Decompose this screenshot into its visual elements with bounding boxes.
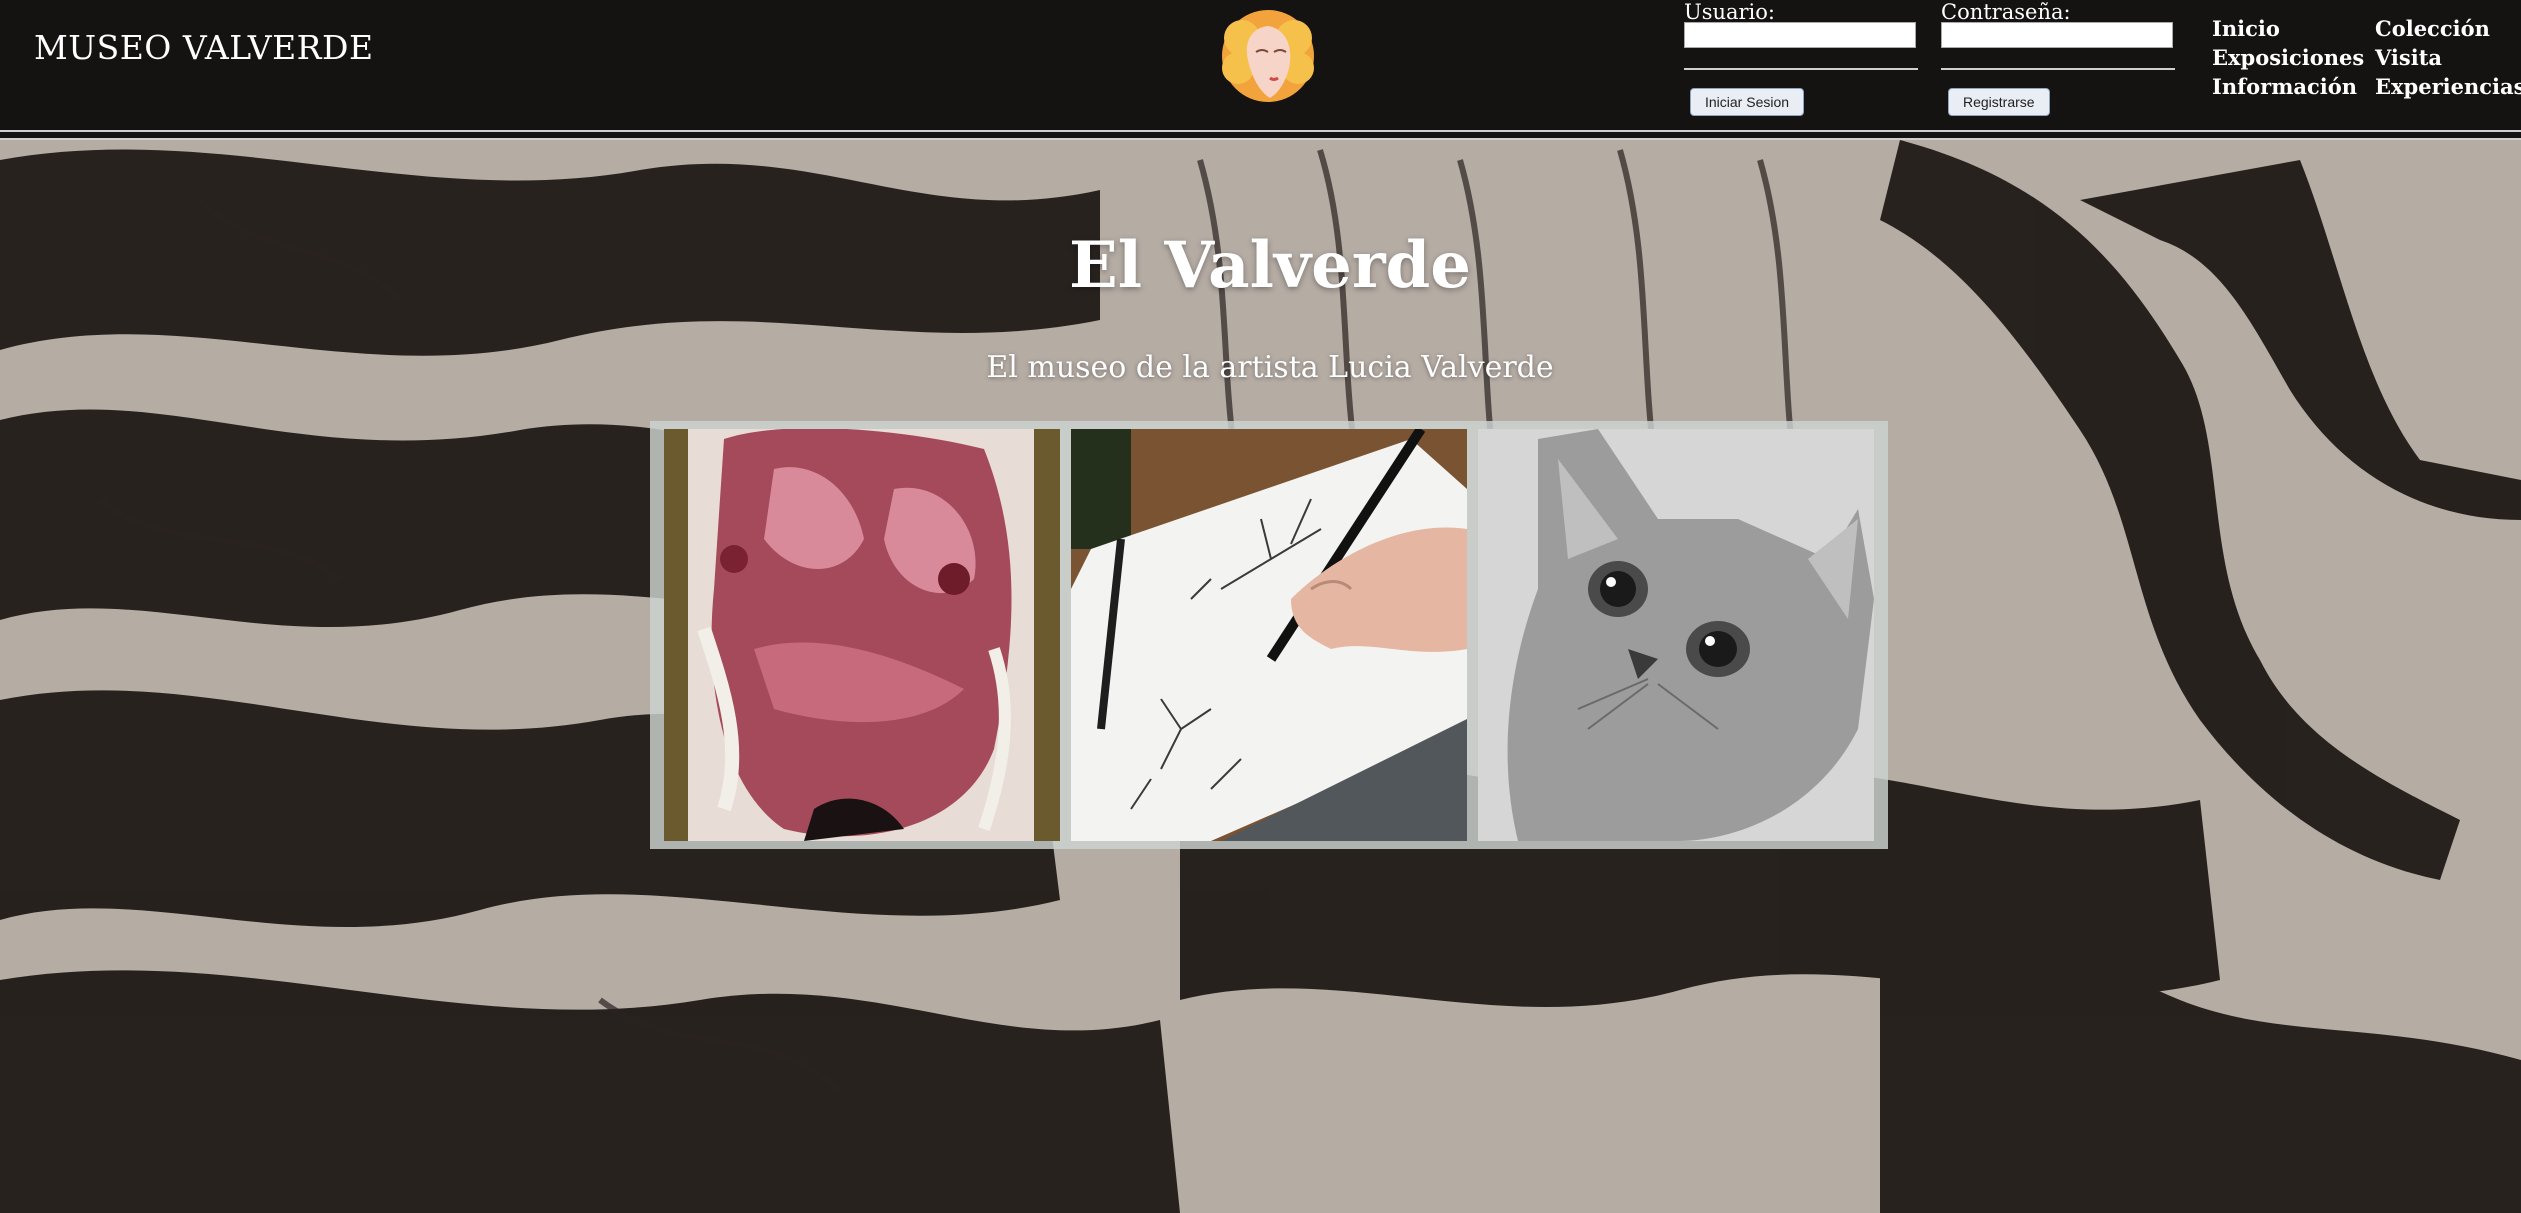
pencil-drawing-trees-image bbox=[1071, 429, 1467, 841]
cat-drawing-image bbox=[1478, 429, 1874, 841]
site-brand[interactable]: MUSEO VALVERDE bbox=[34, 28, 374, 67]
register-button[interactable]: Registrarse bbox=[1948, 88, 2050, 116]
nav-item-exposiciones[interactable]: Exposiciones bbox=[2212, 45, 2364, 70]
site-header: MUSEO VALVERDE Usuario: Iniciar Sesion C… bbox=[0, 0, 2521, 140]
nav-item-experiencias[interactable]: Experiencias bbox=[2375, 74, 2521, 99]
page-title: El Valverde bbox=[1068, 228, 1472, 303]
password-input[interactable] bbox=[1941, 22, 2173, 48]
username-input[interactable] bbox=[1684, 22, 1916, 48]
page-subtitle: El museo de la artista Lucia Valverde bbox=[986, 350, 1554, 385]
woman-face-logo-icon[interactable] bbox=[1214, 8, 1322, 104]
username-label: Usuario: bbox=[1684, 0, 1775, 24]
gallery-image-painting[interactable] bbox=[664, 429, 1060, 841]
gallery-image-cat[interactable] bbox=[1478, 429, 1874, 841]
nav-item-informacion[interactable]: Información bbox=[2212, 74, 2357, 99]
login-button[interactable]: Iniciar Sesion bbox=[1690, 88, 1805, 116]
nav-item-inicio[interactable]: Inicio bbox=[2212, 16, 2280, 41]
nav-item-visita[interactable]: Visita bbox=[2375, 45, 2442, 70]
nav-item-coleccion[interactable]: Colección bbox=[2375, 16, 2490, 41]
artwork-gallery bbox=[650, 421, 1888, 849]
header-divider-bottom bbox=[0, 138, 2521, 140]
password-label: Contraseña: bbox=[1941, 0, 2071, 24]
username-divider bbox=[1684, 68, 1918, 70]
password-divider bbox=[1941, 68, 2175, 70]
painting-torso-image bbox=[664, 429, 1060, 841]
header-divider-top bbox=[0, 130, 2521, 132]
gallery-image-drawing[interactable] bbox=[1071, 429, 1467, 841]
